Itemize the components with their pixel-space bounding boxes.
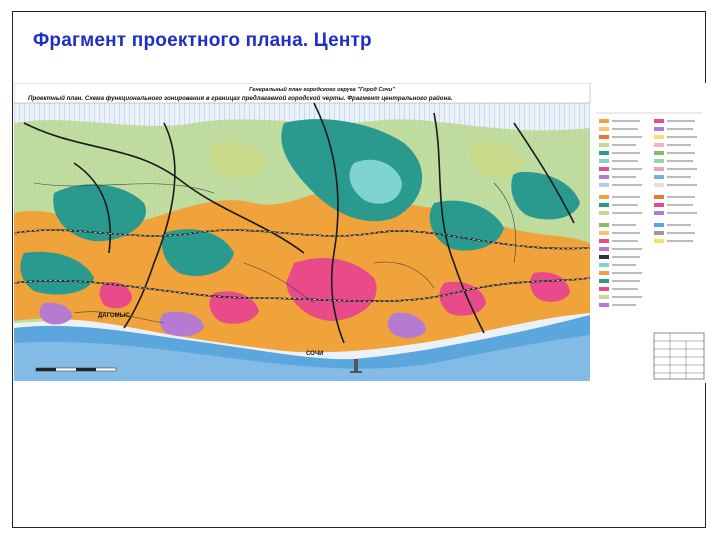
- city-label-sochi: СОЧИ: [306, 351, 324, 357]
- map-header-subtitle: Проектный план. Схема функционального зо…: [28, 95, 453, 102]
- zoning-map: Генеральный план городского округа "Горо…: [14, 83, 708, 383]
- map-header-title: Генеральный план городского округа "Горо…: [249, 87, 395, 93]
- map-graphic: [14, 83, 706, 381]
- scale-bar: [35, 367, 117, 372]
- map-legend: [592, 103, 706, 343]
- slide-title: Фрагмент проектного плана. Центр: [33, 30, 372, 51]
- city-label-dagomys: ДАГОМЫС: [98, 313, 130, 319]
- title-block-stamp: [653, 332, 705, 380]
